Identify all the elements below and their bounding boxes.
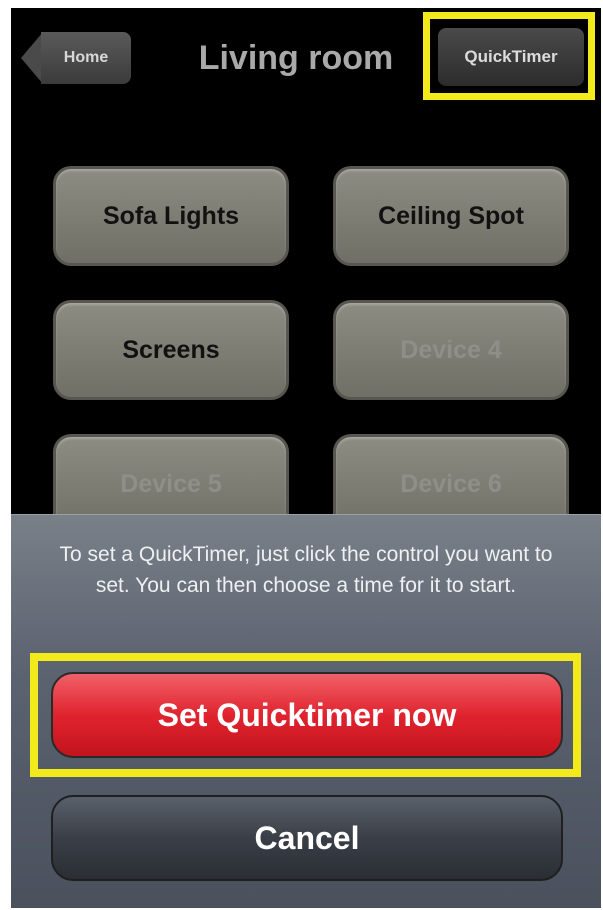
device-button-ceiling-spot[interactable]: Ceiling Spot [333,166,569,266]
quicktimer-highlight-frame [423,12,595,100]
device-button-screens[interactable]: Screens [53,300,289,400]
device-button-device-4[interactable]: Device 4 [333,300,569,400]
cancel-button[interactable]: Cancel [51,795,563,881]
device-button-sofa-lights[interactable]: Sofa Lights [53,166,289,266]
action-sheet-message: To set a QuickTimer, just click the cont… [59,543,553,597]
navigation-bar: Home Living room QuickTimer [11,8,601,104]
action-sheet: To set a QuickTimer, just click the cont… [11,514,601,908]
home-back-label: Home [41,32,131,84]
set-quicktimer-highlight-frame [30,653,581,777]
home-back-button[interactable]: Home [21,32,131,84]
device-grid: Sofa Lights Ceiling Spot Screens Device … [11,104,601,534]
phone-screen: Home Living room QuickTimer Sofa Lights … [11,8,601,908]
back-arrow-icon [21,32,43,84]
page-title: Living room [198,38,394,77]
